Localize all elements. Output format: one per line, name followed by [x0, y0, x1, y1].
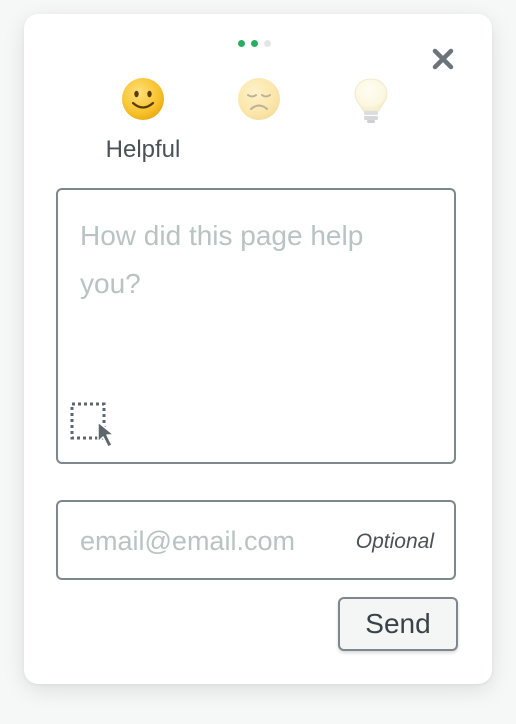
email-input[interactable]: email@email.com Optional — [56, 500, 456, 580]
send-button[interactable]: Send — [338, 597, 458, 651]
step-dot-2 — [251, 40, 258, 47]
step-indicator — [238, 40, 271, 47]
smiley-face-icon — [122, 78, 164, 120]
rating-helpful-label: Helpful — [105, 136, 181, 163]
optional-label: Optional — [355, 530, 434, 553]
lightbulb-icon — [354, 78, 388, 123]
screenshot-select-button[interactable] — [70, 402, 126, 452]
rating-idea[interactable] — [336, 76, 406, 176]
sad-face-icon — [238, 78, 280, 120]
step-dot-3 — [264, 40, 271, 47]
rating-helpful[interactable]: Helpful — [105, 76, 181, 176]
screenshot-select-icon — [70, 402, 115, 448]
feedback-placeholder: How did this page help you? — [80, 220, 364, 299]
email-placeholder: email@email.com — [80, 526, 295, 556]
step-dot-1 — [238, 40, 245, 47]
feedback-textarea[interactable]: How did this page help you? — [56, 188, 456, 464]
close-button[interactable] — [428, 44, 458, 74]
feedback-widget: Helpful How did this page help you? emai… — [24, 14, 492, 684]
close-icon — [432, 48, 454, 70]
rating-not-helpful[interactable] — [224, 76, 294, 176]
